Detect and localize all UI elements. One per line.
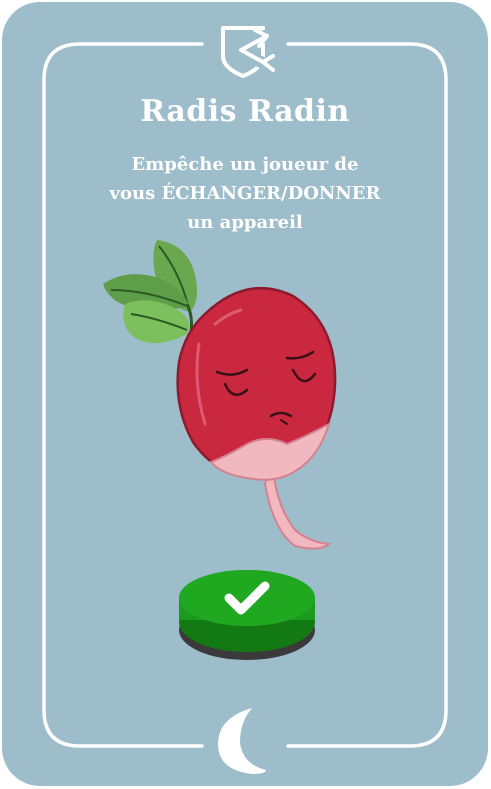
radish-leaves [103, 240, 197, 344]
description-line: vous ÉCHANGER/DONNER [109, 183, 381, 204]
game-card: Radis Radin Empêche un joueur de vous ÉC… [2, 2, 488, 786]
description-line: un appareil [187, 212, 303, 233]
card-title: Radis Radin [140, 94, 350, 129]
moon-icon [218, 708, 266, 774]
radish-illustration [103, 240, 337, 550]
card-description: Empêche un joueur de vous ÉCHANGER/DONNE… [62, 150, 428, 237]
description-line: Empêche un joueur de [131, 154, 359, 175]
exchange-blocked-icon [221, 26, 275, 78]
confirm-button[interactable] [177, 564, 317, 664]
